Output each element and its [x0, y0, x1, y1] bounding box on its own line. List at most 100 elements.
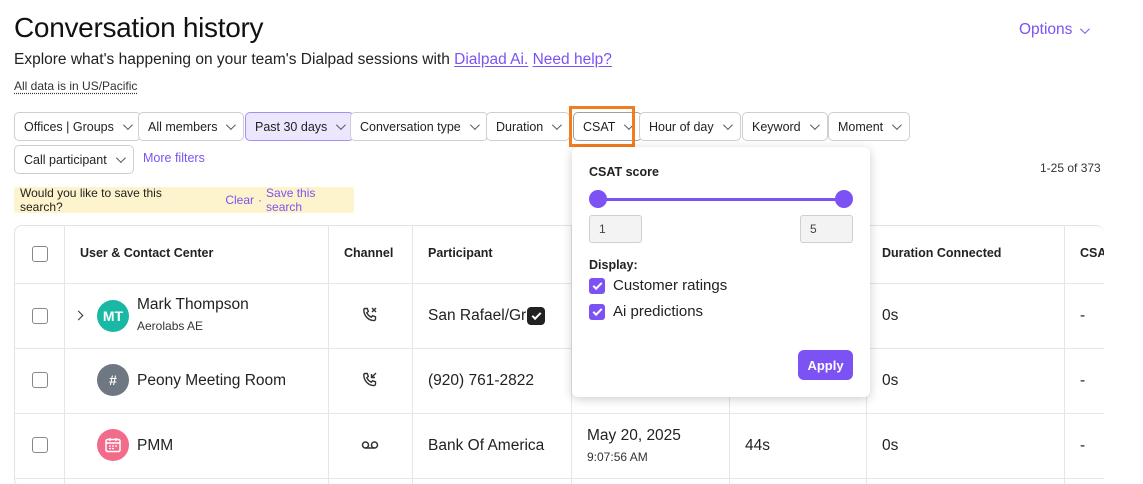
chevron-down-icon: [469, 120, 480, 131]
filter-label: Hour of day: [649, 119, 714, 134]
chevron-down-icon: [336, 120, 347, 131]
filter-moment[interactable]: Moment: [828, 112, 911, 141]
filter-label: Call participant: [24, 152, 107, 167]
csat-value: -: [1080, 372, 1086, 389]
apply-button[interactable]: Apply: [798, 350, 853, 380]
checkmark-badge-icon: [527, 307, 545, 325]
separator: ·: [258, 193, 263, 207]
filter-conversation-type[interactable]: Conversation type: [350, 112, 488, 141]
incoming-call-icon: [363, 372, 377, 387]
filter-date-range[interactable]: Past 30 days: [245, 112, 355, 141]
ai-predictions-label[interactable]: Ai predictions: [613, 303, 703, 320]
ai-predictions-checkbox[interactable]: [589, 304, 605, 320]
clear-search-link[interactable]: Clear: [225, 193, 254, 207]
participant[interactable]: Bank Of America: [428, 437, 544, 455]
csat-value: -: [1080, 307, 1086, 324]
filter-duration[interactable]: Duration: [486, 112, 571, 141]
header-duration-connected[interactable]: Duration Connected: [882, 246, 1001, 260]
filter-members[interactable]: All members: [138, 112, 245, 141]
options-label: Options: [1019, 21, 1073, 38]
avatar: MT: [97, 300, 129, 332]
avatar: [97, 429, 129, 461]
csat-slider-track[interactable]: [598, 198, 844, 201]
pagination-range: 1-25 of 373: [1040, 161, 1101, 175]
filter-label: Keyword: [752, 119, 801, 134]
filter-offices-groups[interactable]: Offices | Groups: [14, 112, 141, 141]
page-subtitle: Explore what's happening on your team's …: [14, 51, 612, 69]
user-name[interactable]: Peony Meeting Room: [137, 372, 286, 390]
filter-label: Offices | Groups: [24, 119, 114, 134]
avatar-initials: #: [109, 372, 117, 388]
avatar: #: [97, 364, 129, 396]
filter-hour-of-day[interactable]: Hour of day: [639, 112, 741, 141]
row-divider: [15, 478, 1104, 479]
csat-filter-dropdown: CSAT score 1 5 Display: Customer ratings…: [572, 147, 870, 397]
csat-slider-min-handle[interactable]: [589, 190, 607, 208]
duration-connected: 0s: [882, 372, 899, 389]
row-divider: [15, 283, 1104, 284]
chevron-down-icon: [809, 120, 820, 131]
header-participant[interactable]: Participant: [428, 246, 493, 260]
csat-value: -: [1080, 437, 1086, 454]
participant[interactable]: San Rafael/Gr: [428, 307, 526, 325]
subtitle-text: Explore what's happening on your team's …: [14, 51, 455, 68]
save-search-question: Would you like to save this search?: [20, 186, 162, 214]
csat-max-input[interactable]: 5: [800, 215, 853, 243]
voicemail-icon: [361, 441, 379, 449]
filter-keyword[interactable]: Keyword: [742, 112, 828, 141]
chevron-down-icon: [722, 120, 733, 131]
checkmark-icon: [592, 279, 602, 290]
chevron-down-icon: [552, 120, 563, 131]
filter-label: Moment: [838, 119, 884, 134]
select-all-checkbox[interactable]: [32, 246, 48, 262]
csat-highlight-box: [569, 106, 635, 147]
checkmark-icon: [592, 305, 602, 316]
user-name[interactable]: Mark Thompson: [137, 296, 249, 314]
filter-call-participant[interactable]: Call participant: [14, 145, 134, 174]
csat-min-input[interactable]: 1: [589, 215, 642, 243]
duration-connected: 0s: [882, 307, 899, 324]
column-divider: [64, 226, 65, 484]
chevron-down-icon: [122, 120, 133, 131]
customer-ratings-checkbox[interactable]: [589, 278, 605, 294]
row-checkbox[interactable]: [32, 437, 48, 453]
chevron-down-icon: [226, 120, 237, 131]
row-checkbox[interactable]: [32, 308, 48, 324]
save-search-link[interactable]: Save this search: [266, 186, 354, 214]
filter-label: Past 30 days: [255, 119, 328, 134]
customer-ratings-label[interactable]: Customer ratings: [613, 277, 727, 294]
row-checkbox[interactable]: [32, 372, 48, 388]
chevron-down-icon: [892, 120, 903, 131]
chevron-right-icon[interactable]: [73, 310, 84, 321]
header-user[interactable]: User & Contact Center: [80, 246, 213, 260]
row-divider: [15, 413, 1104, 414]
save-search-bar: Would you like to save this search? Clea…: [14, 186, 354, 214]
row-divider: [15, 348, 1104, 349]
calendar-icon: [105, 438, 121, 453]
column-divider: [328, 226, 329, 484]
options-button[interactable]: Options: [1019, 21, 1091, 39]
user-name[interactable]: PMM: [137, 437, 173, 455]
column-divider: [1064, 226, 1065, 484]
call-duration: 44s: [745, 437, 770, 454]
display-label: Display:: [589, 258, 638, 272]
csat-score-label: CSAT score: [589, 165, 659, 179]
chevron-down-icon: [115, 153, 126, 164]
header-channel[interactable]: Channel: [344, 246, 393, 260]
csat-slider-max-handle[interactable]: [835, 190, 853, 208]
chevron-down-icon: [1080, 23, 1091, 34]
dialpad-ai-link[interactable]: Dialpad Ai.: [454, 51, 528, 68]
more-filters-link[interactable]: More filters: [143, 151, 205, 165]
call-time: 9:07:56 AM: [587, 450, 648, 464]
conversation-table: User & Contact Center Channel Participan…: [14, 225, 1104, 484]
page-title: Conversation history: [14, 12, 264, 43]
column-divider: [412, 226, 413, 484]
need-help-link[interactable]: Need help?: [533, 51, 612, 68]
participant[interactable]: (920) 761-2822: [428, 372, 534, 390]
header-csat[interactable]: CSA: [1080, 246, 1104, 260]
duration-connected: 0s: [882, 437, 899, 454]
missed-call-icon: [363, 307, 377, 322]
timezone-note: All data is in US/Pacific: [14, 79, 138, 93]
filter-label: All members: [148, 119, 218, 134]
avatar-initials: MT: [102, 308, 124, 324]
